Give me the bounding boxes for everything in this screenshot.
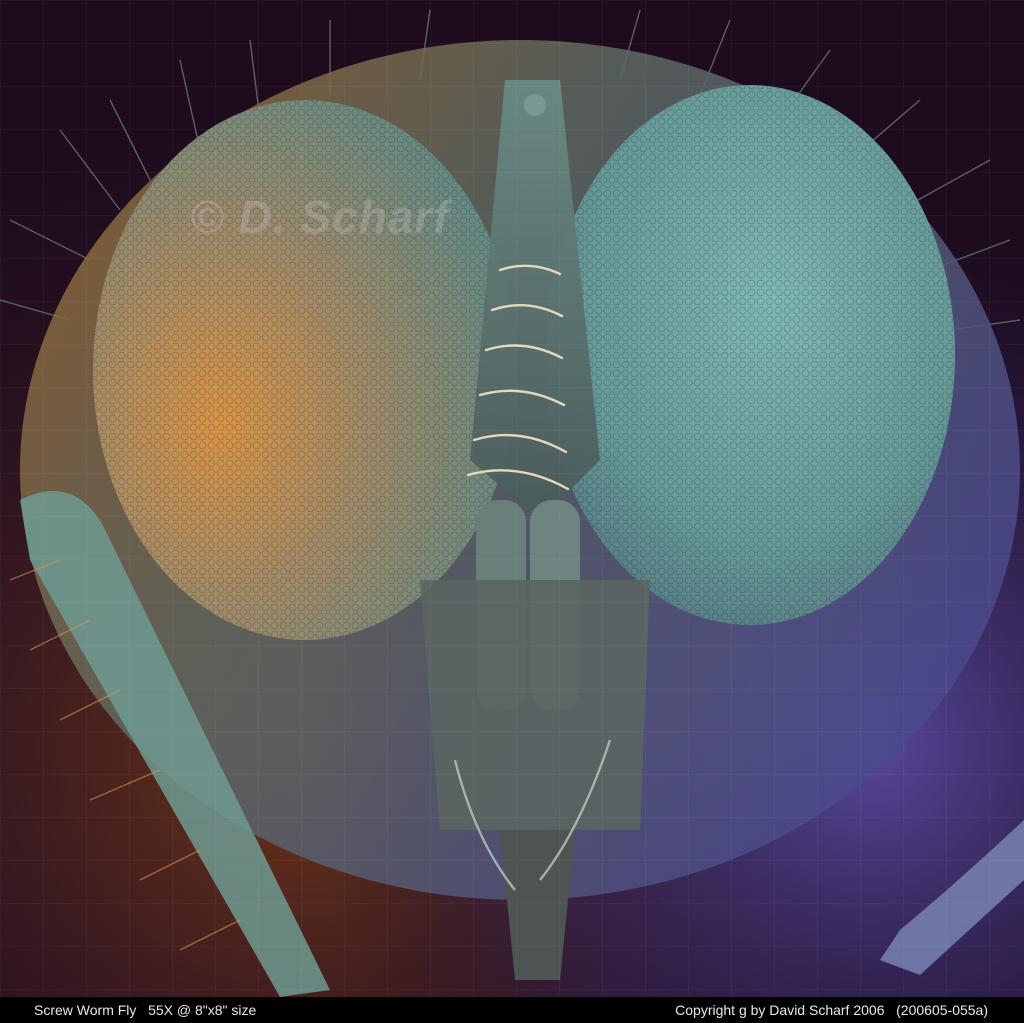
image-frame: © D. Scharf Screw Worm Fly 55X @ 8"x8" s… xyxy=(0,0,1024,1023)
photo-watermark: © D. Scharf xyxy=(190,191,450,243)
caption-title: Screw Worm Fly 55X @ 8"x8" size xyxy=(34,1002,257,1018)
caption-copyright: Copyright g by David Scharf 2006 (200605… xyxy=(675,1002,988,1018)
caption-bar: Screw Worm Fly 55X @ 8"x8" size Copyrigh… xyxy=(0,997,1024,1023)
fly-head-illustration xyxy=(0,0,1024,997)
sem-photo-screw-worm-fly: © D. Scharf xyxy=(0,0,1024,997)
